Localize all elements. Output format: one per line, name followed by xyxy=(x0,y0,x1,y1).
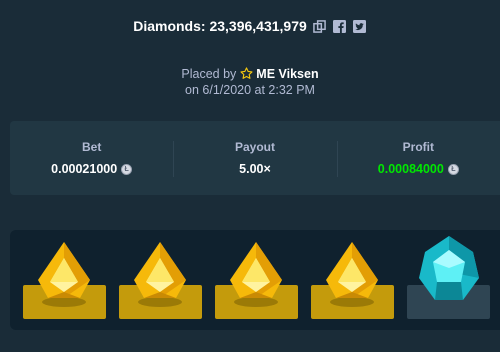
payout-value: 5.00× xyxy=(239,162,271,176)
yellow-gem-icon xyxy=(326,242,378,307)
placed-prefix: Placed by xyxy=(181,67,237,81)
stat-payout: Payout 5.00× xyxy=(173,121,336,195)
stats-panel: Bet 0.00021000 Ł Payout 5.00× Profit 0.0… xyxy=(10,121,500,195)
twitter-icon[interactable] xyxy=(353,19,367,33)
yellow-gem-icon xyxy=(38,242,90,307)
stat-profit: Profit 0.00084000 Ł xyxy=(336,121,500,195)
litecoin-icon: Ł xyxy=(447,163,459,175)
payout-value-row: 5.00× xyxy=(239,162,271,176)
facebook-icon[interactable] xyxy=(333,19,347,33)
placed-info: Placed by ME Viksen on 6/1/2020 at 2:32 … xyxy=(0,66,500,98)
yellow-gem-icon xyxy=(230,242,282,307)
profit-value: 0.00084000 xyxy=(377,162,444,176)
star-icon xyxy=(240,67,253,80)
copy-icon[interactable] xyxy=(313,19,327,33)
bet-label: Bet xyxy=(81,140,102,154)
game-board xyxy=(10,230,500,330)
profit-value-row: 0.00084000 Ł xyxy=(378,162,459,176)
profit-label: Profit xyxy=(402,140,434,154)
litecoin-icon: Ł xyxy=(121,163,133,175)
bet-value: 0.00021000 xyxy=(51,162,118,176)
bet-value-row: 0.00021000 Ł xyxy=(51,162,133,176)
user-link[interactable]: ME Viksen xyxy=(256,67,318,81)
header: Diamonds: 23,396,431,979 xyxy=(0,18,500,34)
blue-gem-icon xyxy=(419,236,479,300)
payout-label: Payout xyxy=(234,140,275,154)
game-title: Diamonds: 23,396,431,979 xyxy=(133,18,307,34)
placed-date: on 6/1/2020 at 2:32 PM xyxy=(185,83,315,97)
yellow-gem-icon xyxy=(134,242,186,307)
stat-bet: Bet 0.00021000 Ł xyxy=(10,121,173,195)
